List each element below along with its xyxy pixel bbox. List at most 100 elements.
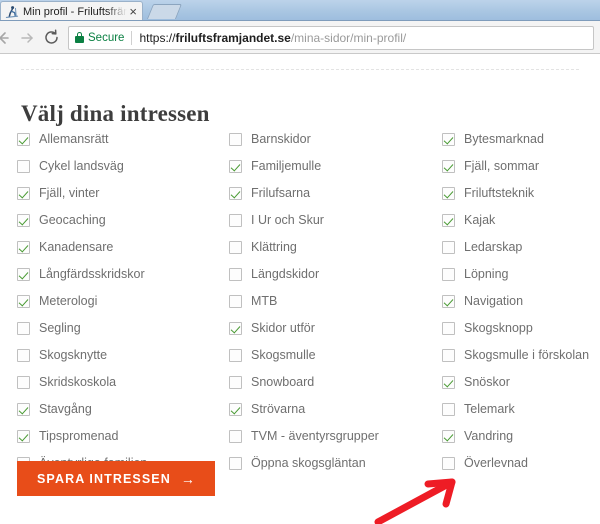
save-button-label: SPARA INTRESSEN <box>37 471 171 486</box>
interest-item[interactable]: MTB <box>229 288 442 315</box>
checkbox-checked[interactable] <box>17 214 30 227</box>
interest-label: Skidor utför <box>251 321 315 336</box>
checkbox-checked[interactable] <box>442 133 455 146</box>
checkbox-checked[interactable] <box>229 403 242 416</box>
interest-item[interactable]: Frilufsarna <box>229 180 442 207</box>
checkbox-unchecked[interactable] <box>229 295 242 308</box>
interest-item[interactable]: Skidor utför <box>229 315 442 342</box>
interest-label: Meterologi <box>39 294 98 309</box>
interest-item[interactable]: TVM - äventyrsgrupper <box>229 423 442 450</box>
interest-item[interactable]: Ledarskap <box>442 234 587 261</box>
checkbox-checked[interactable] <box>229 187 242 200</box>
interest-item[interactable]: Skogsknopp <box>442 315 587 342</box>
interest-item[interactable]: Allemansrätt <box>17 126 229 153</box>
interest-item[interactable]: Öppna skogsgläntan <box>229 450 442 477</box>
checkbox-checked[interactable] <box>17 268 30 281</box>
checkbox-checked[interactable] <box>17 187 30 200</box>
checkbox-checked[interactable] <box>17 403 30 416</box>
interest-item[interactable]: Meterologi <box>17 288 229 315</box>
interest-item[interactable]: Strövarna <box>229 396 442 423</box>
save-interests-button[interactable]: SPARA INTRESSEN → <box>17 461 215 496</box>
interest-item[interactable]: Skridskoskola <box>17 369 229 396</box>
checkbox-checked[interactable] <box>229 322 242 335</box>
forward-button[interactable] <box>15 26 39 50</box>
browser-tab[interactable]: Min profil - Friluftsfrämja × <box>0 1 143 21</box>
interest-item[interactable]: Barnskidor <box>229 126 442 153</box>
checkbox-unchecked[interactable] <box>17 322 30 335</box>
interest-item[interactable]: Skogsmulle i förskolan <box>442 342 589 369</box>
checkbox-unchecked[interactable] <box>17 376 30 389</box>
checkbox-unchecked[interactable] <box>17 349 30 362</box>
interest-item[interactable]: Långfärdsskridskor <box>17 261 229 288</box>
interest-item[interactable]: Geocaching <box>17 207 229 234</box>
interest-item[interactable]: Snowboard <box>229 369 442 396</box>
interest-item[interactable]: Telemark <box>442 396 587 423</box>
checkbox-unchecked[interactable] <box>229 430 242 443</box>
interest-item[interactable]: Vandring <box>442 423 587 450</box>
interest-item[interactable]: Segling <box>17 315 229 342</box>
checkbox-unchecked[interactable] <box>442 268 455 281</box>
checkbox-unchecked[interactable] <box>442 241 455 254</box>
interest-item[interactable]: Skogsknytte <box>17 342 229 369</box>
checkbox-checked[interactable] <box>442 376 455 389</box>
interest-item[interactable]: Snöskor <box>442 369 587 396</box>
new-tab-button[interactable] <box>146 4 183 19</box>
url-domain: friluftsframjandet.se <box>175 30 291 45</box>
checkbox-unchecked[interactable] <box>442 322 455 335</box>
back-button[interactable] <box>0 26 15 50</box>
checkbox-checked[interactable] <box>17 430 30 443</box>
close-icon[interactable]: × <box>127 5 139 18</box>
checkbox-checked[interactable] <box>442 187 455 200</box>
interest-item[interactable]: Kanadensare <box>17 234 229 261</box>
interest-item[interactable]: Bytesmarknad <box>442 126 587 153</box>
interest-item[interactable]: Tipspromenad <box>17 423 229 450</box>
interest-item[interactable]: Familjemulle <box>229 153 442 180</box>
section-divider <box>21 69 579 70</box>
checkbox-checked[interactable] <box>17 241 30 254</box>
checkbox-unchecked[interactable] <box>229 457 242 470</box>
checkbox-unchecked[interactable] <box>442 349 455 362</box>
checkbox-unchecked[interactable] <box>442 457 455 470</box>
address-bar[interactable]: Secure https://friluftsframjandet.se/min… <box>68 25 594 50</box>
interest-item[interactable]: Fjäll, sommar <box>442 153 587 180</box>
interest-item[interactable]: Överlevnad <box>442 450 587 477</box>
checkbox-unchecked[interactable] <box>17 160 30 173</box>
interest-item[interactable]: Cykel landsväg <box>17 153 229 180</box>
interest-label: Skridskoskola <box>39 375 117 390</box>
reload-button[interactable] <box>39 26 63 50</box>
interest-item[interactable]: Friluftsteknik <box>442 180 587 207</box>
checkbox-unchecked[interactable] <box>229 241 242 254</box>
checkbox-checked[interactable] <box>442 160 455 173</box>
checkbox-checked[interactable] <box>229 160 242 173</box>
checkbox-checked[interactable] <box>442 295 455 308</box>
interest-item[interactable]: Stavgång <box>17 396 229 423</box>
checkbox-unchecked[interactable] <box>229 376 242 389</box>
interest-item[interactable]: Navigation <box>442 288 587 315</box>
tab-title: Min profil - Friluftsfrämja <box>23 5 127 18</box>
checkbox-checked[interactable] <box>442 214 455 227</box>
interest-item[interactable]: I Ur och Skur <box>229 207 442 234</box>
interests-column-2: Barnskidor Familjemulle Frilufsarna I Ur oc… <box>229 126 442 477</box>
interest-label: Geocaching <box>39 213 106 228</box>
forward-arrow-icon <box>21 32 33 43</box>
checkbox-unchecked[interactable] <box>229 214 242 227</box>
interest-item[interactable]: Fjäll, vinter <box>17 180 229 207</box>
checkbox-unchecked[interactable] <box>442 403 455 416</box>
interest-label: Kajak <box>464 213 496 228</box>
interest-item[interactable]: Klättring <box>229 234 442 261</box>
reload-icon <box>44 29 58 44</box>
interest-item[interactable]: Kajak <box>442 207 587 234</box>
interest-item[interactable]: Löpning <box>442 261 587 288</box>
checkbox-checked[interactable] <box>17 133 30 146</box>
checkbox-unchecked[interactable] <box>229 133 242 146</box>
interest-item[interactable]: Längdskidor <box>229 261 442 288</box>
checkbox-unchecked[interactable] <box>229 268 242 281</box>
page-content: Välj dina intressen Allemansrätt Cykel la… <box>0 54 600 524</box>
checkbox-checked[interactable] <box>442 430 455 443</box>
interest-label: Öppna skogsgläntan <box>251 456 366 471</box>
interest-item[interactable]: Skogsmulle <box>229 342 442 369</box>
interests-checkbox-grid: Allemansrätt Cykel landsväg Fjäll, vinter G… <box>17 126 589 477</box>
checkbox-unchecked[interactable] <box>229 349 242 362</box>
interest-label: Ledarskap <box>464 240 523 255</box>
checkbox-checked[interactable] <box>17 295 30 308</box>
